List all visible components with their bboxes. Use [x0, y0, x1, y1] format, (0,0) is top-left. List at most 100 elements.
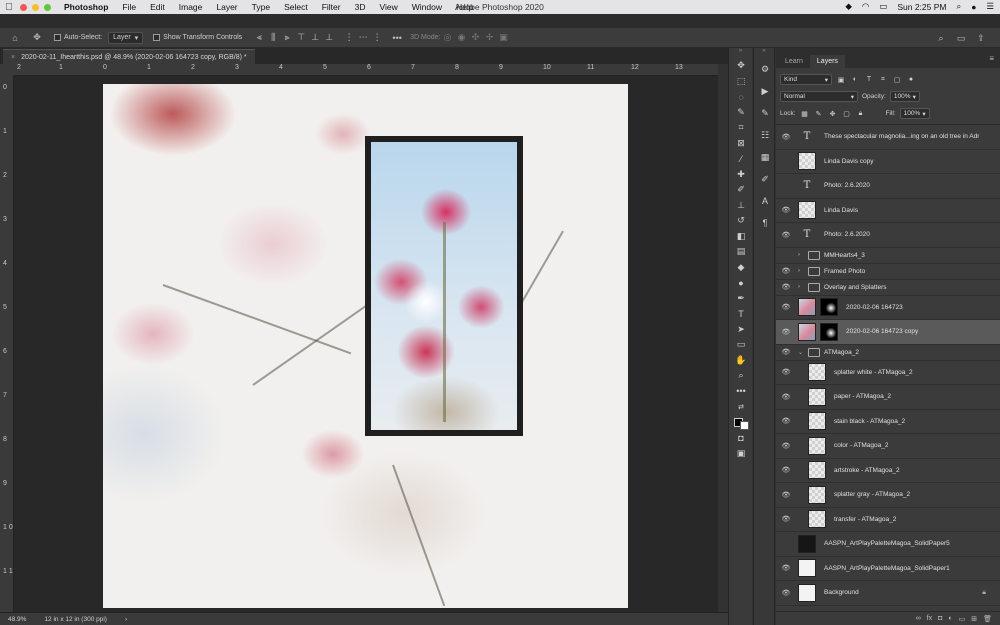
swatches-panel-icon[interactable]: ▦: [754, 146, 776, 168]
horizontal-ruler[interactable]: 2 1 0 1 2 3 4 5 6 7 8 9 10 11 12 13: [14, 64, 718, 76]
zoom-tool-icon[interactable]: ⌕: [729, 368, 753, 384]
background-color[interactable]: [739, 420, 749, 430]
layer-group-row[interactable]: 👁︎ ⌄ ATMagoa_2: [776, 345, 1000, 361]
character-panel-icon[interactable]: A: [754, 190, 776, 212]
filter-adjustment-icon[interactable]: ◐: [850, 75, 860, 85]
move-tool-icon[interactable]: ✥: [30, 31, 44, 45]
layer-row[interactable]: AASPN_ArtPlayPaletteMagoa_SolidPaper5: [776, 532, 1000, 557]
auto-select-dropdown[interactable]: Layer ▾: [108, 31, 144, 44]
lock-all-icon[interactable]: 🔒︎: [856, 109, 866, 119]
menu-select[interactable]: Select: [277, 2, 315, 12]
visibility-eye-icon[interactable]: 👁︎: [776, 231, 796, 239]
layer-group-row[interactable]: 👁︎ › Overlay and Splatters: [776, 280, 1000, 296]
wifi-icon[interactable]: ◠: [862, 1, 869, 12]
siri-icon[interactable]: ●: [971, 2, 976, 12]
crop-tool-icon[interactable]: ⌗: [729, 120, 753, 136]
align-top-icon[interactable]: ⊤: [294, 31, 308, 45]
visibility-eye-icon[interactable]: 👁︎: [776, 393, 796, 401]
menu-file[interactable]: File: [115, 2, 143, 12]
layer-group-row[interactable]: › MMHearts4_3: [776, 248, 1000, 264]
visibility-eye-icon[interactable]: 👁︎: [776, 328, 796, 336]
move-tool-icon[interactable]: ✥: [729, 58, 753, 74]
3d-pan-icon[interactable]: ✣: [469, 31, 483, 45]
transform-controls-checkbox[interactable]: [153, 34, 161, 41]
visibility-eye-icon[interactable]: 👁︎: [776, 466, 796, 474]
align-bottom-icon[interactable]: ⊥: [322, 31, 336, 45]
close-window-button[interactable]: [20, 3, 27, 11]
opacity-field[interactable]: 100% ▾: [889, 91, 920, 102]
3d-orbit-icon[interactable]: ◎: [441, 31, 455, 45]
3d-roll-icon[interactable]: ◉: [455, 31, 469, 45]
layer-row[interactable]: 👁︎ transfer - ATMagoa_2: [776, 508, 1000, 532]
visibility-eye-icon[interactable]: 👁︎: [776, 133, 796, 141]
clock[interactable]: Sun 2:25 PM: [897, 2, 946, 12]
marquee-tool-icon[interactable]: ⬚: [729, 74, 753, 90]
lasso-tool-icon[interactable]: ◌: [729, 89, 753, 105]
layer-row[interactable]: 👁︎ Background 🔒︎: [776, 581, 1000, 606]
layer-row[interactable]: Linda Davis copy: [776, 150, 1000, 174]
distribute-h-icon[interactable]: ⋯: [356, 31, 370, 45]
visibility-eye-icon[interactable]: 👁︎: [776, 368, 796, 376]
close-tab-icon[interactable]: ×: [11, 54, 15, 61]
healing-brush-icon[interactable]: ✚: [729, 167, 753, 183]
3d-scale-icon[interactable]: ▣: [497, 31, 511, 45]
blend-mode-dropdown[interactable]: Normal ▾: [780, 91, 858, 102]
layer-mask-thumbnail[interactable]: [820, 298, 838, 317]
layer-row[interactable]: 👁︎ T Photo: 2.6.2020: [776, 223, 1000, 248]
fx-icon[interactable]: fx: [927, 615, 932, 622]
link-layers-icon[interactable]: ∞: [916, 615, 921, 622]
more-tools-icon[interactable]: •••: [729, 384, 753, 400]
layer-row[interactable]: 👁︎ color - ATMagoa_2: [776, 434, 1000, 459]
filter-shape-icon[interactable]: ⌗: [878, 75, 888, 85]
3d-slide-icon[interactable]: ✢: [483, 31, 497, 45]
distribute-v-icon[interactable]: ⋮: [370, 31, 384, 45]
quick-mask-icon[interactable]: ◘: [729, 430, 753, 446]
layer-group-row[interactable]: 👁︎ › Framed Photo: [776, 264, 1000, 280]
visibility-eye-icon[interactable]: 👁︎: [776, 267, 796, 275]
type-tool-icon[interactable]: T: [729, 306, 753, 322]
visibility-eye-icon[interactable]: 👁︎: [776, 515, 796, 523]
layer-row[interactable]: 👁︎ artstroke - ATMagoa_2: [776, 459, 1000, 483]
canvas-area[interactable]: [14, 76, 718, 612]
adjustments-panel-icon[interactable]: ✎: [754, 102, 776, 124]
zoom-level[interactable]: 48.9%: [8, 616, 26, 623]
layer-row[interactable]: 👁︎ splatter gray - ATMagoa_2: [776, 483, 1000, 508]
quick-select-tool-icon[interactable]: ✎: [729, 105, 753, 121]
hand-tool-icon[interactable]: ✋: [729, 353, 753, 369]
visibility-eye-icon[interactable]: 👁︎: [776, 348, 796, 356]
control-center-icon[interactable]: ☰: [986, 1, 994, 12]
visibility-eye-icon[interactable]: 👁︎: [776, 442, 796, 450]
layer-row[interactable]: 👁︎ splatter white - ATMagoa_2: [776, 361, 1000, 385]
visibility-eye-icon[interactable]: 👁︎: [776, 491, 796, 499]
new-layer-icon[interactable]: ⊞: [971, 615, 977, 623]
menu-edit[interactable]: Edit: [143, 2, 172, 12]
align-middle-icon[interactable]: ⊥: [308, 31, 322, 45]
ruler-corner[interactable]: [0, 64, 14, 76]
path-select-tool-icon[interactable]: ➤: [729, 322, 753, 338]
panel-menu-icon[interactable]: ≡: [989, 54, 1000, 68]
pen-tool-icon[interactable]: ✒: [729, 291, 753, 307]
toolbar-grip[interactable]: »: [729, 48, 752, 58]
document-canvas[interactable]: [103, 84, 628, 608]
brushes-panel-icon[interactable]: ✐: [754, 168, 776, 190]
apple-icon[interactable]: : [0, 2, 18, 13]
vertical-ruler[interactable]: 0 1 2 3 4 5 6 7 8 9 1 0 1 1: [0, 76, 14, 612]
screen-mode-icon[interactable]: ▣: [729, 446, 753, 462]
auto-select-checkbox[interactable]: [54, 34, 61, 41]
layer-row[interactable]: 👁︎ 2020-02-06 164723: [776, 296, 1000, 320]
layer-row[interactable]: 👁︎ stain black - ATMagoa_2: [776, 410, 1000, 434]
filter-pixel-icon[interactable]: ▣: [836, 75, 846, 85]
kind-dropdown[interactable]: Kind ▾: [780, 74, 832, 85]
document-size[interactable]: 12 in x 12 in (300 ppi): [44, 616, 107, 623]
frame-tool-icon[interactable]: ⊠: [729, 136, 753, 152]
menu-filter[interactable]: Filter: [315, 2, 348, 12]
tab-layers[interactable]: Layers: [809, 55, 845, 68]
history-panel-icon[interactable]: ☷: [754, 124, 776, 146]
share-icon[interactable]: ⇪: [974, 31, 988, 45]
properties-panel-icon[interactable]: ⚙: [754, 58, 776, 80]
menu-view[interactable]: View: [372, 2, 404, 12]
search-icon[interactable]: ⌕: [934, 31, 948, 45]
document-tab[interactable]: × 2020-02-11_Iheartthis.psd @ 48.9% (202…: [3, 49, 255, 64]
align-right-icon[interactable]: ⫸: [280, 31, 294, 45]
battery-icon[interactable]: ▭: [879, 1, 887, 12]
